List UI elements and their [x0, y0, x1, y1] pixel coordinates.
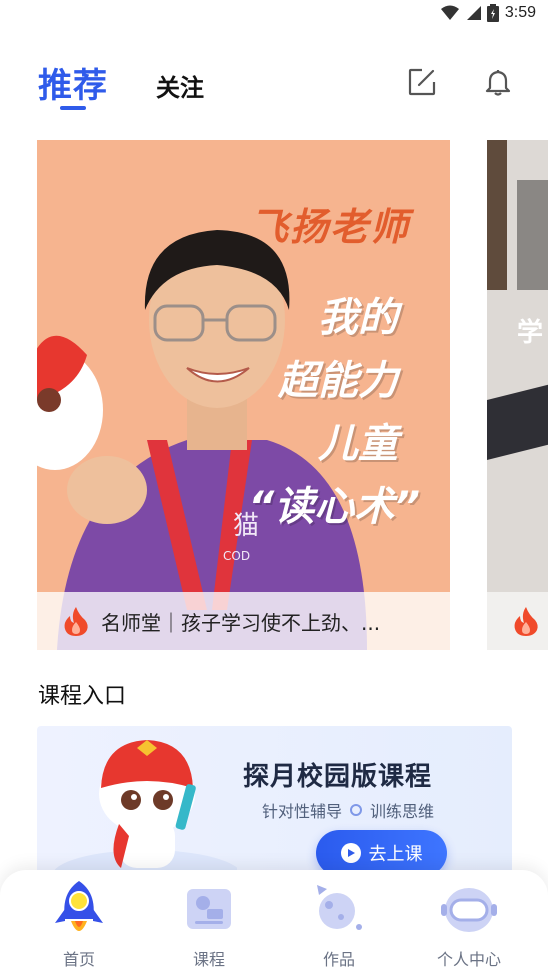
poster-headline-line: 儿童	[318, 421, 398, 467]
poster-teacher-name: 飞扬老师	[249, 205, 410, 249]
banner-caption-text: 名师堂｜孩子学习使不上劲、...	[101, 610, 381, 635]
top-header: 推荐 关注	[0, 52, 548, 112]
edit-post-button[interactable]	[406, 66, 438, 98]
separator-dot	[350, 804, 363, 816]
nav-label: 课程	[192, 950, 225, 969]
nav-profile[interactable]: 个人中心	[414, 880, 524, 970]
edit-icon	[408, 68, 436, 96]
banner-card-main[interactable]: 猫 COD 飞扬老师 我的 超能力 儿童 “读心术” 名师堂｜孩子学习使不上劲、…	[37, 140, 450, 650]
course-title: 探月校园版课程	[243, 762, 433, 792]
tab-follow[interactable]: 关注	[156, 68, 204, 103]
banner-caption: 名师堂｜孩子学习使不上劲、...	[37, 592, 450, 650]
nav-label: 作品	[322, 950, 355, 969]
go-to-class-label: 去上课	[368, 844, 423, 865]
notifications-button[interactable]	[482, 66, 514, 98]
play-icon	[340, 843, 361, 863]
tab-recommend[interactable]: 推荐	[38, 58, 108, 107]
status-time: 3:59	[504, 4, 536, 21]
next-banner-photo	[487, 140, 548, 650]
signal-icon	[466, 6, 481, 20]
poster-headline-line: 超能力	[278, 358, 398, 404]
bell-icon	[485, 70, 511, 96]
nav-works[interactable]: 作品	[284, 880, 394, 970]
fire-icon	[64, 607, 88, 636]
nav-label: 个人中心	[436, 950, 501, 969]
active-tab-indicator	[60, 106, 86, 110]
course-book-icon	[181, 880, 237, 938]
planet-icon	[311, 880, 367, 938]
poster-headline-line: “读心术”	[248, 484, 420, 530]
nav-home[interactable]: 首页	[24, 880, 134, 970]
nav-label: 首页	[62, 950, 95, 969]
nav-course[interactable]: 课程	[154, 880, 264, 970]
bottom-navigation: 首页 课程 作品 个人中心	[0, 870, 548, 972]
poster-headline-line: 我的	[318, 295, 398, 341]
status-bar: 3:59	[0, 0, 548, 32]
astronaut-helmet-icon	[441, 880, 497, 938]
course-entry-title: 课程入口	[38, 684, 127, 709]
banner-carousel[interactable]: 猫 COD 飞扬老师 我的 超能力 儿童 “读心术” 名师堂｜孩子学习使不上劲、…	[0, 140, 548, 652]
banner-card-next[interactable]: 学	[487, 140, 548, 650]
course-feature-1: 针对性辅导	[262, 802, 343, 821]
course-subtitle: 针对性辅导 训练思维	[262, 798, 434, 822]
svg-text:COD: COD	[223, 549, 250, 563]
next-banner-caption	[487, 592, 548, 650]
wifi-icon	[440, 5, 459, 20]
next-banner-text: 学	[517, 318, 544, 348]
status-icons: 3:59	[440, 4, 536, 22]
course-feature-2: 训练思维	[370, 802, 435, 821]
battery-icon	[486, 4, 499, 22]
fire-icon	[514, 607, 538, 636]
rocket-icon	[51, 880, 107, 938]
